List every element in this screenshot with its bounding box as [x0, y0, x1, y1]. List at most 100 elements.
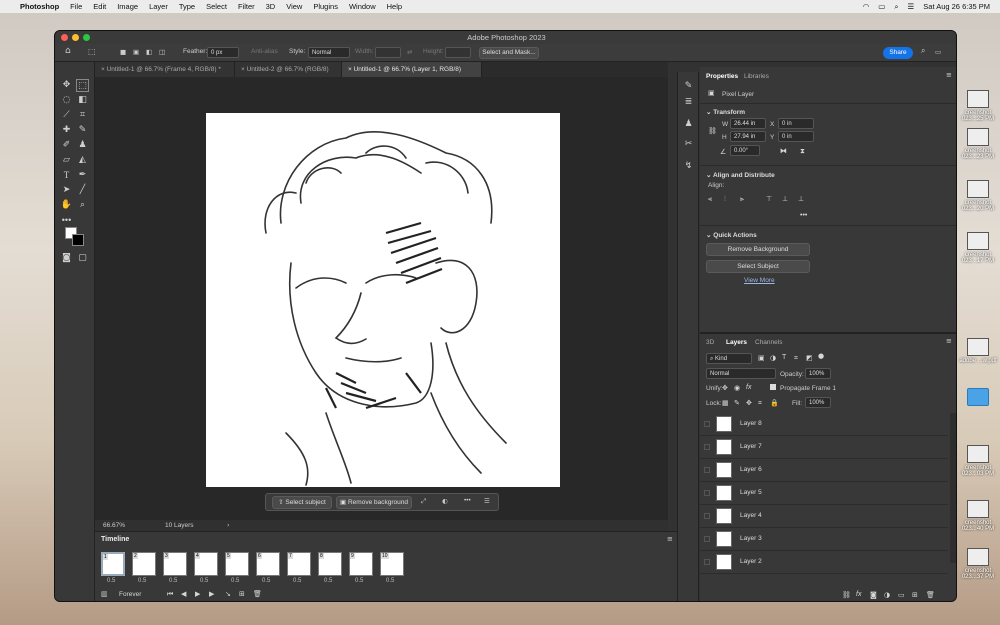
- layers-menu-icon[interactable]: ≡: [946, 337, 952, 345]
- adjustment-layer-icon[interactable]: ◑: [884, 591, 890, 599]
- lock-all-icon[interactable]: 🔒: [770, 399, 779, 407]
- timeline-frame[interactable]: 1: [101, 552, 125, 576]
- zoom-tool-icon[interactable]: ⌕: [76, 199, 89, 212]
- style-select[interactable]: Normal: [308, 47, 350, 58]
- frame-duration[interactable]: 0.5: [107, 578, 115, 584]
- layers-scrollbar[interactable]: [950, 413, 956, 563]
- link-icon[interactable]: ⛓: [708, 127, 717, 135]
- frame-duration[interactable]: 0.5: [231, 578, 239, 584]
- background-color-swatch[interactable]: [72, 234, 84, 246]
- frame-duration[interactable]: 0.5: [138, 578, 146, 584]
- more-align-icon[interactable]: •••: [800, 212, 807, 219]
- menu-filter[interactable]: Filter: [238, 2, 255, 11]
- trash-icon[interactable]: 🗑: [253, 590, 262, 598]
- frame-duration[interactable]: 0.5: [324, 578, 332, 584]
- menu-help[interactable]: Help: [387, 2, 402, 11]
- paint-bucket-tool-icon[interactable]: ◭: [76, 154, 89, 167]
- desktop-file[interactable]: creenshot 023...25 PM: [958, 90, 998, 122]
- close-window-icon[interactable]: [61, 34, 68, 41]
- marquee-preset-icon[interactable]: ⬚: [88, 47, 96, 56]
- duplicate-frame-icon[interactable]: ⊞: [239, 590, 245, 598]
- angle-field[interactable]: 0.00°: [730, 145, 760, 156]
- menu-file[interactable]: File: [70, 2, 82, 11]
- menu-type[interactable]: Type: [179, 2, 195, 11]
- add-mask-icon[interactable]: ◙: [870, 591, 877, 599]
- next-frame-icon[interactable]: ▶: [209, 590, 214, 598]
- stamp-tool-icon[interactable]: ♟: [76, 139, 89, 152]
- layer-row[interactable]: Layer 5: [700, 482, 948, 505]
- menu-plugins[interactable]: Plugins: [313, 2, 338, 11]
- frame-duration[interactable]: 0.5: [169, 578, 177, 584]
- eraser-tool-icon[interactable]: ▱: [60, 154, 73, 167]
- play-icon[interactable]: ▶: [195, 590, 200, 598]
- tab-untitled-1-layer1[interactable]: × Untitled-1 @ 66.7% (Layer 1, RGB/8): [342, 62, 482, 77]
- canvas-area[interactable]: ⇧ Select subject ▣ Remove background ⤢ ◐…: [95, 77, 668, 520]
- tab-untitled-1-frame4[interactable]: × Untitled-1 @ 66.7% (Frame 4, RGB/8) *: [95, 62, 235, 77]
- more-options-icon[interactable]: •••: [464, 497, 471, 504]
- quick-actions-section[interactable]: ⌄ Quick Actions: [706, 231, 757, 239]
- align-section[interactable]: ⌄ Align and Distribute: [706, 171, 775, 179]
- flip-horizontal-icon[interactable]: ⧓: [780, 147, 787, 155]
- unify-position-icon[interactable]: ✥: [722, 384, 728, 392]
- filter-type-icon[interactable]: T: [782, 354, 786, 361]
- filter-adjust-icon[interactable]: ◑: [770, 354, 776, 362]
- move-tool-icon[interactable]: ✥: [60, 79, 73, 92]
- workspace-icon[interactable]: ▭: [935, 48, 941, 56]
- screen-mode-icon[interactable]: ▢: [76, 252, 89, 265]
- timeline-frame[interactable]: 8: [318, 552, 342, 576]
- new-layer-icon[interactable]: ⊞: [912, 591, 918, 599]
- menu-layer[interactable]: Layer: [149, 2, 168, 11]
- search-icon[interactable]: ⌕: [894, 2, 898, 12]
- kind-filter[interactable]: ⌕ Kind: [706, 353, 752, 364]
- new-group-icon[interactable]: ▭: [898, 591, 905, 599]
- desktop-file[interactable]: creenshot 023...20 PM: [958, 180, 998, 212]
- unify-style-icon[interactable]: fx: [746, 384, 751, 391]
- visibility-toggle[interactable]: [704, 536, 710, 542]
- select-and-mask-button[interactable]: Select and Mask...: [479, 47, 539, 59]
- align-center-icon[interactable]: ⫶: [724, 195, 726, 204]
- menu-view[interactable]: View: [286, 2, 302, 11]
- wifi-icon[interactable]: ◠: [863, 2, 870, 11]
- align-left-icon[interactable]: ⫷: [708, 195, 712, 204]
- hand-tool-icon[interactable]: ✋: [60, 199, 73, 212]
- share-button[interactable]: Share: [883, 47, 913, 59]
- visibility-toggle[interactable]: [704, 421, 710, 427]
- crop-tool-icon[interactable]: ⌗: [76, 109, 89, 122]
- layer-row[interactable]: Layer 2: [700, 551, 948, 574]
- battery-icon[interactable]: ▭: [878, 2, 885, 11]
- lock-pixels-icon[interactable]: ▦: [722, 399, 729, 407]
- height-field[interactable]: 27.94 in: [730, 131, 766, 142]
- healing-tool-icon[interactable]: ✚: [60, 124, 73, 137]
- desktop-file[interactable]: creenshot 023...23 PM: [958, 128, 998, 160]
- visibility-toggle[interactable]: [704, 559, 710, 565]
- libraries-icon[interactable]: ♟: [682, 118, 695, 131]
- opacity-input[interactable]: 100%: [805, 368, 831, 379]
- unify-visibility-icon[interactable]: ◉: [734, 384, 740, 392]
- feather-input[interactable]: 0 px: [207, 47, 239, 58]
- brush-icon[interactable]: ✐: [60, 139, 73, 152]
- visibility-toggle[interactable]: [704, 513, 710, 519]
- history-icon[interactable]: ✎: [682, 80, 695, 93]
- blend-mode-select[interactable]: Normal: [706, 368, 776, 379]
- filter-shape-icon[interactable]: ⌗: [794, 354, 798, 363]
- desktop-file[interactable]: creenshot 023...03 PM: [958, 445, 998, 477]
- select-subject-button[interactable]: ⇧ Select subject: [272, 496, 332, 509]
- lock-artboard-icon[interactable]: ⌗: [758, 399, 762, 408]
- paths-icon[interactable]: ↯: [682, 160, 695, 173]
- lock-brush-icon[interactable]: ✎: [734, 399, 740, 407]
- tab-untitled-2[interactable]: × Untitled-2 @ 66.7% (RGB/8): [235, 62, 342, 77]
- adjust-icon[interactable]: ◐: [442, 497, 448, 505]
- brush-tool-icon[interactable]: ✎: [76, 124, 89, 137]
- object-select-tool-icon[interactable]: ◧: [76, 94, 89, 107]
- flip-vertical-icon[interactable]: ⧗: [800, 147, 805, 156]
- menu-select[interactable]: Select: [206, 2, 227, 11]
- quick-mask-icon[interactable]: ◙: [60, 252, 73, 265]
- document-canvas[interactable]: [206, 113, 560, 487]
- antialias-checkbox[interactable]: Anti-alias: [251, 48, 278, 55]
- timeline-frame[interactable]: 4: [194, 552, 218, 576]
- tools-preset-icon[interactable]: ✂: [682, 138, 695, 151]
- subtract-selection-icon[interactable]: ◧: [146, 48, 152, 56]
- swap-icon[interactable]: ⇄: [407, 48, 412, 56]
- lasso-tool-icon[interactable]: ◌: [60, 94, 73, 107]
- timeline-frame[interactable]: 3: [163, 552, 187, 576]
